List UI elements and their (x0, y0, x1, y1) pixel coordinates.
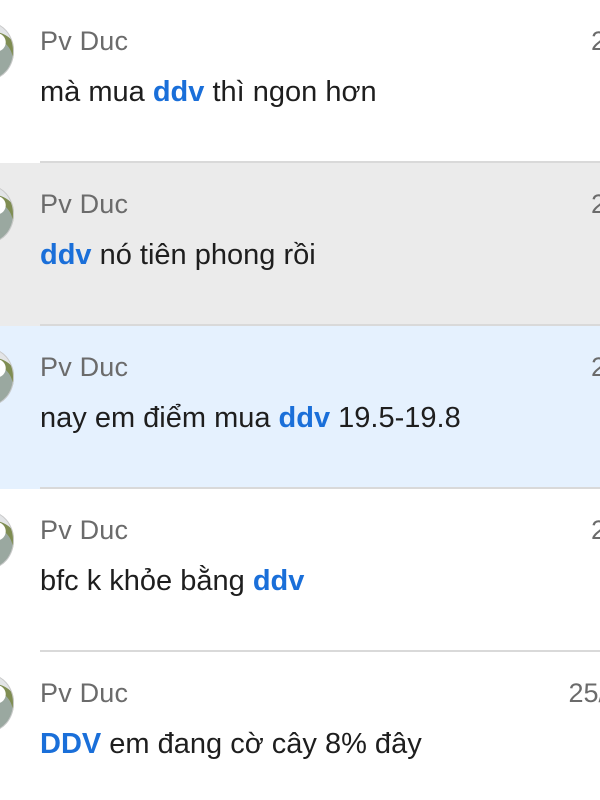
message-preview: mà mua ddv thì ngon hơn (40, 76, 377, 109)
message-preview: DDV em đang cờ cây 8% đây (40, 728, 422, 761)
search-results-list: Pv Duc 2 mà mua ddv thì ngon hơn Pv Duc … (0, 0, 600, 800)
message-text: em đang cờ cây 8% đây (101, 728, 422, 760)
keyword-highlight: ddv (278, 402, 331, 434)
search-result-item[interactable]: Pv Duc 25/ DDV em đang cờ cây 8% đây (0, 652, 600, 800)
sender-name: Pv Duc (40, 515, 129, 545)
keyword-highlight: DDV (40, 728, 102, 760)
message-text: nay em điểm mua (40, 402, 279, 434)
message-text: bfc k khỏe bằng (40, 565, 253, 597)
search-result-item[interactable]: Pv Duc 2 bfc k khỏe bằng ddv (0, 489, 600, 652)
message-date: 2 (590, 515, 600, 545)
sender-name: Pv Duc (40, 678, 129, 708)
message-text: thì ngon hơn (204, 76, 377, 108)
message-text: mà mua (40, 76, 153, 108)
message-text: 19.5-19.8 (330, 402, 461, 434)
avatar[interactable] (0, 674, 14, 732)
search-result-item[interactable]: Pv Duc 2 mà mua ddv thì ngon hơn (0, 0, 600, 163)
message-date: 2 (590, 26, 600, 56)
avatar[interactable] (0, 22, 14, 80)
avatar[interactable] (0, 348, 14, 406)
message-date: 2 (590, 189, 600, 219)
keyword-highlight: ddv (252, 565, 305, 597)
message-date: 2 (590, 352, 600, 382)
sender-name: Pv Duc (40, 26, 129, 56)
message-preview: bfc k khỏe bằng ddv (40, 565, 304, 598)
message-preview: ddv nó tiên phong rồi (40, 239, 316, 272)
avatar[interactable] (0, 511, 14, 569)
message-preview: nay em điểm mua ddv 19.5-19.8 (40, 402, 461, 435)
search-result-item[interactable]: Pv Duc 2 ddv nó tiên phong rồi (0, 163, 600, 326)
message-date: 25/ (568, 678, 600, 708)
avatar[interactable] (0, 185, 14, 243)
sender-name: Pv Duc (40, 189, 129, 219)
message-text: nó tiên phong rồi (91, 239, 316, 271)
keyword-highlight: ddv (40, 239, 92, 271)
keyword-highlight: ddv (152, 76, 205, 108)
search-result-item[interactable]: Pv Duc 2 nay em điểm mua ddv 19.5-19.8 (0, 326, 600, 489)
sender-name: Pv Duc (40, 352, 129, 382)
